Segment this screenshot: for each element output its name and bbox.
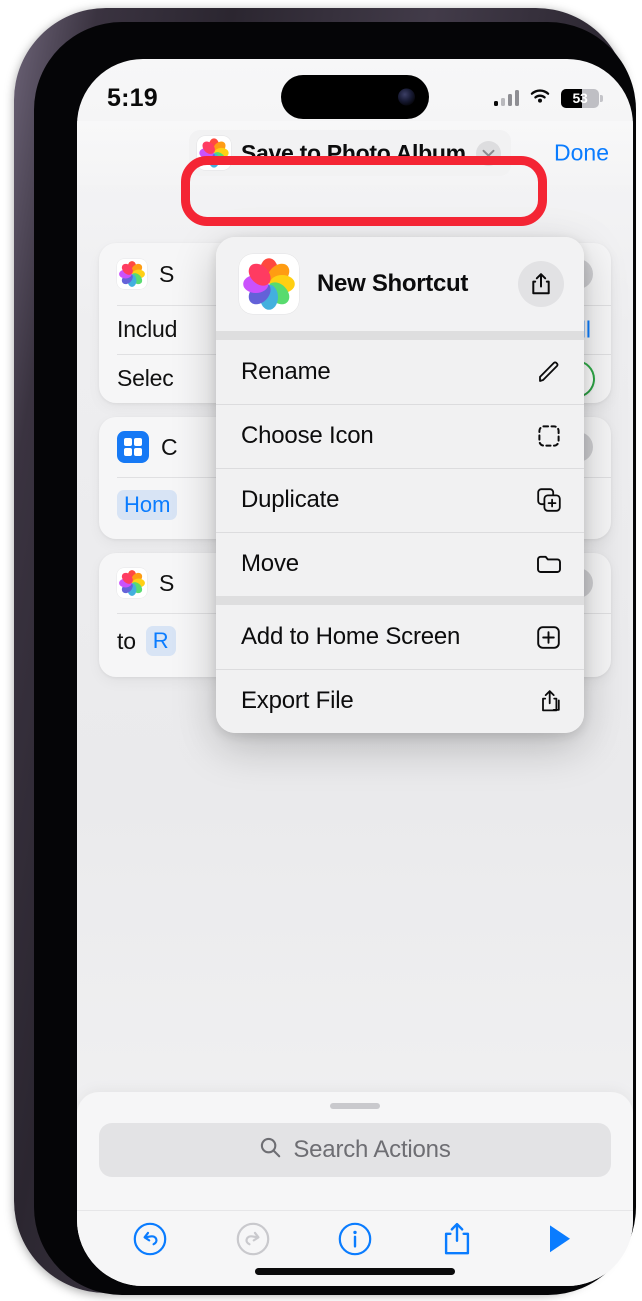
search-placeholder: Search Actions bbox=[293, 1136, 451, 1163]
done-button[interactable]: Done bbox=[554, 140, 609, 167]
action-card-text: C bbox=[161, 433, 178, 460]
phone-frame: 5:19 53 Save to Photo Album Done S Inclu… bbox=[14, 8, 636, 1295]
menu-item-label: Duplicate bbox=[241, 486, 340, 513]
context-menu-header[interactable]: New Shortcut bbox=[216, 237, 584, 331]
front-camera-icon bbox=[398, 88, 415, 106]
cellular-bars-icon bbox=[493, 90, 519, 106]
menu-item-rename[interactable]: Rename bbox=[216, 340, 584, 404]
share-button[interactable] bbox=[435, 1217, 479, 1261]
undo-button[interactable] bbox=[128, 1217, 172, 1261]
wifi-icon bbox=[528, 87, 552, 110]
search-actions-field[interactable]: Search Actions bbox=[99, 1123, 611, 1177]
photos-app-icon bbox=[117, 568, 147, 598]
share-icon[interactable] bbox=[518, 261, 564, 307]
info-button[interactable] bbox=[333, 1217, 377, 1261]
photos-app-icon bbox=[197, 136, 231, 170]
menu-item-move[interactable]: Move bbox=[216, 532, 584, 596]
shortcut-title-pill[interactable]: Save to Photo Album bbox=[189, 130, 511, 176]
action-card-text: S bbox=[159, 260, 175, 287]
battery-percent: 53 bbox=[572, 90, 588, 106]
duplicate-icon bbox=[535, 487, 562, 514]
menu-item-label: Choose Icon bbox=[241, 422, 374, 449]
menu-item-export-file[interactable]: Export File bbox=[216, 669, 584, 733]
menu-item-label: Rename bbox=[241, 358, 331, 385]
chevron-down-icon[interactable] bbox=[475, 140, 501, 166]
photos-app-icon bbox=[117, 259, 147, 289]
bottom-sheet: Search Actions bbox=[77, 1092, 633, 1286]
action-card-text: S bbox=[159, 569, 175, 596]
menu-item-label: Export File bbox=[241, 687, 354, 714]
redo-button[interactable] bbox=[231, 1217, 275, 1261]
menu-item-add-to-home-screen[interactable]: Add to Home Screen bbox=[216, 605, 584, 669]
navigation-bar: Save to Photo Album Done bbox=[77, 121, 633, 185]
home-indicator bbox=[255, 1268, 455, 1275]
export-icon bbox=[535, 688, 562, 715]
sheet-grabber[interactable] bbox=[330, 1103, 380, 1109]
parameter-token[interactable]: Hom bbox=[117, 489, 178, 520]
parameter-token[interactable]: R bbox=[145, 626, 176, 656]
action-card-text: to bbox=[117, 627, 136, 654]
dashed-square-icon bbox=[535, 423, 562, 450]
plus-square-icon bbox=[535, 624, 562, 651]
search-icon bbox=[259, 1136, 282, 1164]
menu-group-separator bbox=[216, 596, 584, 605]
status-indicators: 53 bbox=[493, 87, 603, 110]
context-menu-title: New Shortcut bbox=[317, 270, 469, 297]
shortcuts-grid-icon bbox=[117, 431, 149, 463]
dynamic-island bbox=[281, 75, 429, 119]
menu-item-label: Add to Home Screen bbox=[241, 623, 461, 650]
menu-item-label: Move bbox=[241, 550, 299, 577]
menu-item-choose-icon[interactable]: Choose Icon bbox=[216, 404, 584, 468]
menu-group-separator bbox=[216, 331, 584, 340]
action-card-text: Includ bbox=[117, 316, 178, 342]
context-menu: New Shortcut Rename Choose Icon Duplicat… bbox=[216, 237, 584, 733]
menu-item-duplicate[interactable]: Duplicate bbox=[216, 468, 584, 532]
pencil-icon bbox=[535, 359, 562, 386]
play-button[interactable] bbox=[538, 1217, 582, 1261]
battery-icon: 53 bbox=[561, 88, 603, 108]
photos-app-icon bbox=[239, 254, 299, 314]
phone-bezel: 5:19 53 Save to Photo Album Done S Inclu… bbox=[34, 22, 636, 1295]
action-card-text: Selec bbox=[117, 365, 174, 391]
status-time: 5:19 bbox=[107, 83, 158, 112]
folder-icon bbox=[535, 551, 562, 578]
shortcut-title: Save to Photo Album bbox=[241, 139, 466, 166]
phone-screen: 5:19 53 Save to Photo Album Done S Inclu… bbox=[77, 59, 633, 1286]
